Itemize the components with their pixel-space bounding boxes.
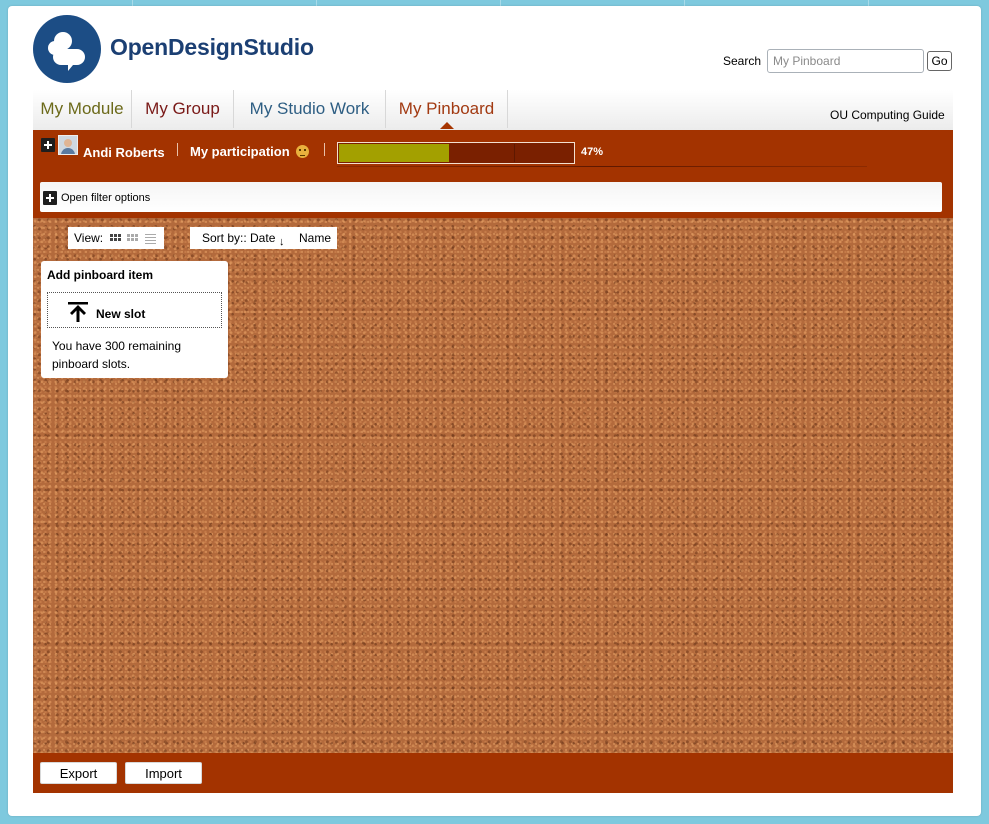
pinboard-cork-area: View: Sort by:: Date ↓ Name Add pinboard… [33,218,953,753]
participation-label: My participation [190,144,290,159]
avatar[interactable] [58,135,78,155]
divider [177,143,178,156]
new-slot-button[interactable]: New slot [47,292,222,328]
progress-fill [339,144,449,162]
expand-plus-icon[interactable] [41,138,55,152]
tab-my-group[interactable]: My Group [132,90,234,128]
divider-line [337,166,867,167]
main-tab-bar: My Module My Group My Studio Work My Pin… [33,90,953,130]
add-pinboard-item-title: Add pinboard item [47,268,153,282]
user-name[interactable]: Andi Roberts [83,145,165,160]
upload-arrow-icon [68,302,88,322]
import-button[interactable]: Import [125,762,202,784]
divider [324,143,325,156]
search-input[interactable] [767,49,924,73]
logo-icon[interactable] [33,15,101,83]
footer-bar: Export Import [33,753,953,793]
plus-icon[interactable] [43,191,57,205]
new-slot-label: New slot [96,307,146,321]
participation-percent: 47% [581,146,604,158]
view-switcher: View: [68,227,164,249]
open-filter-options-link[interactable]: Open filter options [61,192,150,204]
remaining-slots-text: You have 300 remaining pinboard slots. [52,339,181,371]
tab-my-studio-work[interactable]: My Studio Work [234,90,386,128]
ou-computing-guide-link[interactable]: OU Computing Guide [830,108,945,122]
arrow-down-icon[interactable]: ↓ [279,231,285,253]
page-container: OpenDesignStudio Search Go My Module My … [8,6,981,816]
search-label: Search [723,54,762,68]
sort-by-date[interactable]: Sort by:: Date [202,227,275,249]
export-button[interactable]: Export [40,762,117,784]
filter-panel[interactable]: Open filter options [40,182,942,212]
sort-by-name[interactable]: Name [299,227,331,249]
participation-bar: Andi Roberts My participation 47% Open f… [33,130,953,218]
participation-progress-bar [337,142,575,164]
tab-my-module[interactable]: My Module [33,90,132,128]
view-label: View: [74,231,104,245]
add-pinboard-item-card: Add pinboard item New slot You have 300 … [41,261,228,378]
active-tab-pointer [440,122,454,129]
brand-title[interactable]: OpenDesignStudio [110,34,314,61]
progress-segment [514,144,515,162]
sort-controls: Sort by:: Date ↓ Name [190,227,337,249]
go-button[interactable]: Go [927,51,952,71]
smiley-icon [296,145,309,158]
